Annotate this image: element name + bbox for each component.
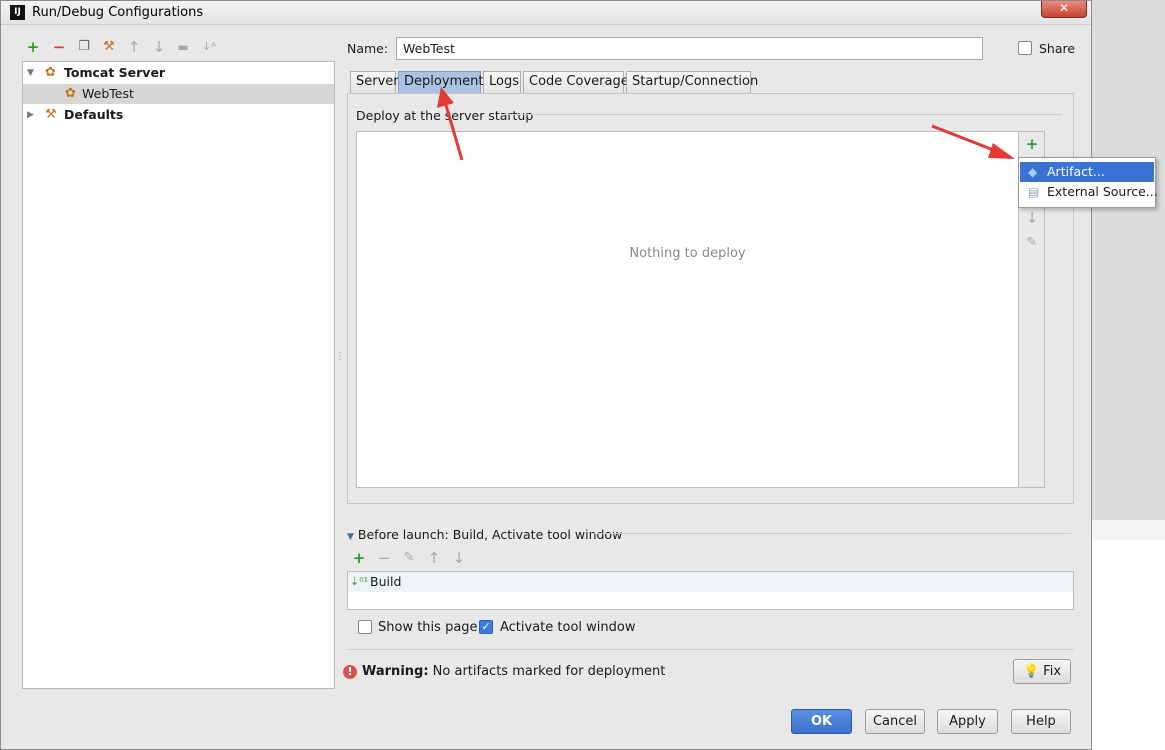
run-debug-dialog: IJ Run/Debug Configurations ✕ + − ❐ ⚒ ↑ … [0,0,1158,750]
warning-icon: ! [343,665,357,679]
move-down-icon[interactable]: ↓ [451,550,467,566]
tab-server[interactable]: Server [350,71,399,93]
move-down-icon[interactable]: ↓ [151,39,167,55]
apply-button[interactable]: Apply [937,709,998,734]
folder-icon[interactable]: ▬ [175,39,191,55]
warning-prefix: Warning: [362,664,429,679]
show-this-page-checkbox[interactable] [358,620,372,634]
desktop-background [1092,0,1165,750]
close-button[interactable]: ✕ [1041,1,1087,18]
add-popup-menu: ◆ Artifact... ▤ External Source... [1018,157,1158,208]
wrench-icon: ⚒ [45,107,57,122]
config-tree: ▼ ✿ Tomcat Server ✿ WebTest ▶ ⚒ Defaults [22,61,335,689]
show-this-page-label: Show this page [378,620,478,635]
tab-startup-connection[interactable]: Startup/Connection [626,71,758,93]
warning-message: Warning: No artifacts marked for deploym… [362,664,665,679]
edit-icon[interactable]: ✎ [1024,235,1040,251]
menu-item-external-source[interactable]: ▤ External Source... [1020,182,1158,202]
fix-label: Fix [1043,664,1062,679]
name-label: Name: [347,41,389,56]
warning-text: No artifacts marked for deployment [432,664,666,679]
menu-item-label: External Source... [1047,184,1158,199]
tab-code-coverage[interactable]: Code Coverage [523,71,629,93]
list-item-label: Build [370,574,402,589]
tree-item-label: Defaults [64,107,124,122]
tab-logs[interactable]: Logs [483,71,521,93]
move-up-icon[interactable]: ↑ [426,550,442,566]
before-launch-header[interactable]: ▼ Before launch: Build, Activate tool wi… [347,527,622,542]
edit-icon[interactable]: ✎ [401,550,417,566]
move-up-icon[interactable]: ↑ [126,39,142,55]
name-input[interactable]: WebTest [396,37,983,60]
before-launch-divider [591,533,1071,534]
cancel-button[interactable]: Cancel [865,709,925,734]
add-icon[interactable]: + [1024,136,1040,152]
before-launch-title: Before launch: Build, Activate tool wind… [357,527,623,542]
window-title: Run/Debug Configurations [32,5,204,20]
tree-item-label: WebTest [82,86,134,101]
empty-state-text: Nothing to deploy [629,246,746,261]
tree-item-defaults[interactable]: ▶ ⚒ Defaults [23,105,334,125]
build-icon: ⇣⁰¹ [350,575,369,588]
fix-button[interactable]: 💡 Fix [1013,659,1071,684]
menu-item-artifact[interactable]: ◆ Artifact... [1020,162,1154,182]
section-divider [504,114,1062,115]
ok-button[interactable]: OK [791,709,852,734]
collapse-icon[interactable]: ▼ [347,532,354,542]
help-button[interactable]: Help [1011,709,1071,734]
activate-tool-window-checkbox[interactable]: ✓ [479,620,493,634]
remove-icon[interactable]: − [51,39,67,55]
activate-tool-window-label: Activate tool window [500,620,636,635]
add-icon[interactable]: + [351,550,367,566]
divider [347,649,1074,650]
tree-item-tomcat-server[interactable]: ▼ ✿ Tomcat Server [23,63,334,83]
before-launch-list: ⇣⁰¹ Build [347,571,1074,610]
tomcat-icon: ✿ [65,86,76,101]
external-source-icon: ▤ [1028,185,1040,199]
remove-icon[interactable]: − [376,550,392,566]
move-down-icon[interactable]: ↓ [1024,210,1040,226]
list-item[interactable]: ⇣⁰¹ Build [348,572,1073,592]
tree-item-webtest[interactable]: ✿ WebTest [23,84,334,104]
wrench-icon[interactable]: ⚒ [101,39,117,55]
splitter-handle[interactable]: ⋮ [335,351,345,371]
copy-icon[interactable]: ❐ [76,39,92,55]
bulb-icon: 💡 [1022,664,1040,679]
expand-icon[interactable]: ▼ [27,63,37,83]
tab-deployment[interactable]: Deployment [398,71,484,93]
app-icon: IJ [10,5,25,20]
tomcat-icon: ✿ [45,65,56,80]
tree-item-label: Tomcat Server [64,65,166,80]
deploy-list[interactable]: Nothing to deploy [356,131,1019,488]
share-label: Share [1039,41,1076,56]
menu-item-label: Artifact... [1047,164,1105,179]
sort-icon[interactable]: ↓ᴬ [201,39,217,55]
share-checkbox[interactable] [1018,41,1032,55]
add-icon[interactable]: + [25,39,41,55]
section-title: Deploy at the server startup [356,108,534,123]
desktop-strip [1092,540,1165,750]
collapse-icon[interactable]: ▶ [27,105,37,125]
artifact-icon: ◆ [1028,165,1038,179]
title-bar[interactable]: IJ Run/Debug Configurations ✕ [1,1,1091,25]
